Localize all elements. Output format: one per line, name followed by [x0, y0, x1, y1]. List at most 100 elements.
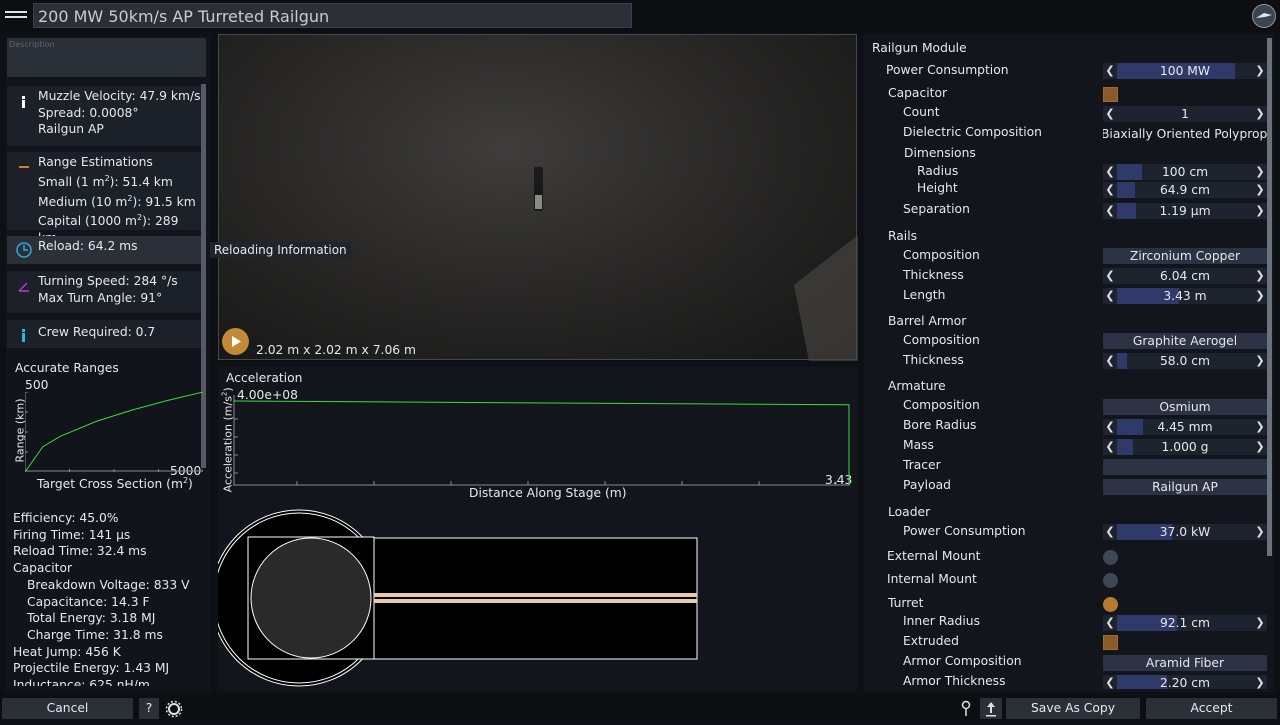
save-as-copy-button[interactable]: Save As Copy — [1006, 698, 1140, 719]
decrease-arrow-icon[interactable]: ❮ — [1103, 524, 1117, 540]
increase-arrow-icon[interactable]: ❯ — [1253, 203, 1267, 219]
rails-thickness-slider[interactable]: ❮ 6.04 cm ❯ — [1103, 268, 1267, 284]
payload-label: Payload — [903, 478, 951, 492]
decrease-arrow-icon[interactable]: ❮ — [1103, 182, 1117, 198]
increase-arrow-icon[interactable]: ❯ — [1253, 353, 1267, 369]
info-icon — [22, 96, 25, 108]
decrease-arrow-icon[interactable]: ❮ — [1103, 63, 1117, 79]
range-small: Small (1 m2): 51.4 km — [38, 173, 173, 189]
increase-arrow-icon[interactable]: ❯ — [1253, 63, 1267, 79]
increase-arrow-icon[interactable]: ❯ — [1253, 524, 1267, 540]
rails-composition-select[interactable]: Zirconium Copper — [1103, 248, 1267, 264]
internal-mount-radio[interactable] — [1103, 573, 1118, 588]
armor-thickness-label: Armor Thickness — [903, 674, 1006, 688]
radius-slider[interactable]: ❮ 100 cm ❯ — [1103, 164, 1267, 180]
pin-button[interactable] — [956, 698, 976, 719]
faction-logo-icon[interactable] — [1252, 4, 1276, 28]
menu-icon[interactable] — [5, 11, 27, 21]
settings-button[interactable] — [163, 698, 185, 719]
extruded-checkbox[interactable] — [1103, 635, 1118, 650]
help-button[interactable]: ? — [139, 698, 159, 719]
increase-arrow-icon[interactable]: ❯ — [1253, 164, 1267, 180]
armature-composition-select[interactable]: Osmium — [1103, 399, 1267, 415]
model-viewport[interactable] — [218, 34, 858, 361]
inner-radius-label: Inner Radius — [903, 614, 980, 628]
design-name-input[interactable]: 200 MW 50km/s AP Turreted Railgun — [33, 3, 632, 28]
increase-arrow-icon[interactable]: ❯ — [1253, 288, 1267, 304]
accurate-ranges-title: Accurate Ranges — [15, 361, 119, 375]
ammo-type: Railgun AP — [38, 122, 104, 137]
count-stepper[interactable]: ❮ 1 ❯ — [1103, 106, 1267, 122]
increase-arrow-icon[interactable]: ❯ — [1253, 439, 1267, 455]
decrease-arrow-icon[interactable]: ❮ — [1103, 439, 1117, 455]
loader-power-slider[interactable]: ❮ 37.0 kW ❯ — [1103, 524, 1267, 540]
decrease-arrow-icon[interactable]: ❮ — [1103, 268, 1117, 284]
pin-icon — [961, 700, 971, 716]
bore-radius-label: Bore Radius — [903, 418, 977, 432]
height-label: Height — [917, 181, 958, 195]
decrease-arrow-icon[interactable]: ❮ — [1103, 353, 1117, 369]
armor-thickness-slider[interactable]: ❮ 2.20 cm ❯ — [1103, 675, 1267, 689]
barrel-thickness-slider[interactable]: ❮ 58.0 cm ❯ — [1103, 353, 1267, 369]
cancel-button[interactable]: Cancel — [2, 698, 133, 719]
increase-arrow-icon[interactable]: ❯ — [1253, 106, 1267, 122]
tracer-select[interactable] — [1103, 459, 1267, 475]
crew-info-block: Crew Required: 0.7 — [7, 320, 201, 348]
armor-composition-select[interactable]: Aramid Fiber — [1103, 655, 1267, 671]
range-x-label: Target Cross Section (m2) — [37, 476, 193, 492]
capacitor-heading: Capacitor — [13, 561, 73, 576]
increase-arrow-icon[interactable]: ❯ — [1253, 615, 1267, 631]
internal-mount-label: Internal Mount — [887, 572, 977, 586]
capacitor-checkbox[interactable] — [1103, 87, 1118, 102]
range-series-line — [25, 392, 203, 472]
decrease-arrow-icon[interactable]: ❮ — [1103, 164, 1117, 180]
increase-arrow-icon[interactable]: ❯ — [1253, 675, 1267, 689]
power-consumption-label: Power Consumption — [886, 63, 1009, 77]
inner-radius-slider[interactable]: ❮ 92.1 cm ❯ — [1103, 615, 1267, 631]
reload-time: Reload Time: 32.4 ms — [13, 544, 147, 559]
range-medium: Medium (10 m2): 91.5 km — [38, 193, 196, 209]
clock-icon — [16, 242, 32, 258]
cross-section-diagram — [210, 503, 857, 691]
separation-slider[interactable]: ❮ 1.19 μm ❯ — [1103, 203, 1267, 219]
dielectric-select[interactable]: Biaxially Oriented Polypropylene — [1103, 126, 1267, 142]
power-consumption-slider[interactable]: ❮ 100 MW ❯ — [1103, 63, 1267, 79]
decrease-arrow-icon[interactable]: ❮ — [1103, 106, 1117, 122]
rails-length-label: Length — [903, 288, 946, 302]
payload-select[interactable]: Railgun AP — [1103, 479, 1267, 495]
decrease-arrow-icon[interactable]: ❮ — [1103, 419, 1117, 435]
external-mount-radio[interactable] — [1103, 550, 1118, 565]
decrease-arrow-icon[interactable]: ❮ — [1103, 675, 1117, 689]
decrease-arrow-icon[interactable]: ❮ — [1103, 615, 1117, 631]
decrease-arrow-icon[interactable]: ❮ — [1103, 203, 1117, 219]
accept-button[interactable]: Accept — [1146, 698, 1277, 719]
range-icon — [19, 166, 29, 168]
dielectric-label: Dielectric Composition — [903, 125, 1042, 139]
mass-label: Mass — [903, 438, 934, 452]
export-button[interactable] — [980, 698, 1002, 719]
loader-heading: Loader — [888, 505, 931, 519]
acceleration-plot — [233, 395, 850, 486]
play-button[interactable] — [222, 328, 249, 355]
mass-slider[interactable]: ❮ 1.000 g ❯ — [1103, 439, 1267, 455]
increase-arrow-icon[interactable]: ❯ — [1253, 419, 1267, 435]
muzzle-info-block: Muzzle Velocity: 47.9 km/s Spread: 0.000… — [7, 86, 201, 146]
height-slider[interactable]: ❮ 64.9 cm ❯ — [1103, 182, 1267, 198]
bore-radius-slider[interactable]: ❮ 4.45 mm ❯ — [1103, 419, 1267, 435]
barrel-armor-heading: Barrel Armor — [888, 314, 967, 328]
dimensions-label: Dimensions — [904, 146, 976, 160]
right-scrollbar[interactable] — [1267, 38, 1272, 556]
increase-arrow-icon[interactable]: ❯ — [1253, 182, 1267, 198]
armature-heading: Armature — [888, 379, 946, 393]
play-icon — [232, 336, 241, 347]
count-label: Count — [903, 105, 940, 119]
decrease-arrow-icon[interactable]: ❮ — [1103, 288, 1117, 304]
turret-radio[interactable] — [1103, 597, 1118, 612]
reload-info-block[interactable]: Reload: 64.2 ms — [7, 236, 201, 264]
increase-arrow-icon[interactable]: ❯ — [1253, 268, 1267, 284]
acceleration-series-line — [233, 400, 850, 485]
barrel-composition-select[interactable]: Graphite Aerogel — [1103, 333, 1267, 349]
description-field[interactable]: Description — [7, 38, 206, 77]
rails-length-slider[interactable]: ❮ 3.43 m ❯ — [1103, 288, 1267, 304]
cross-section-drawing — [210, 509, 698, 687]
